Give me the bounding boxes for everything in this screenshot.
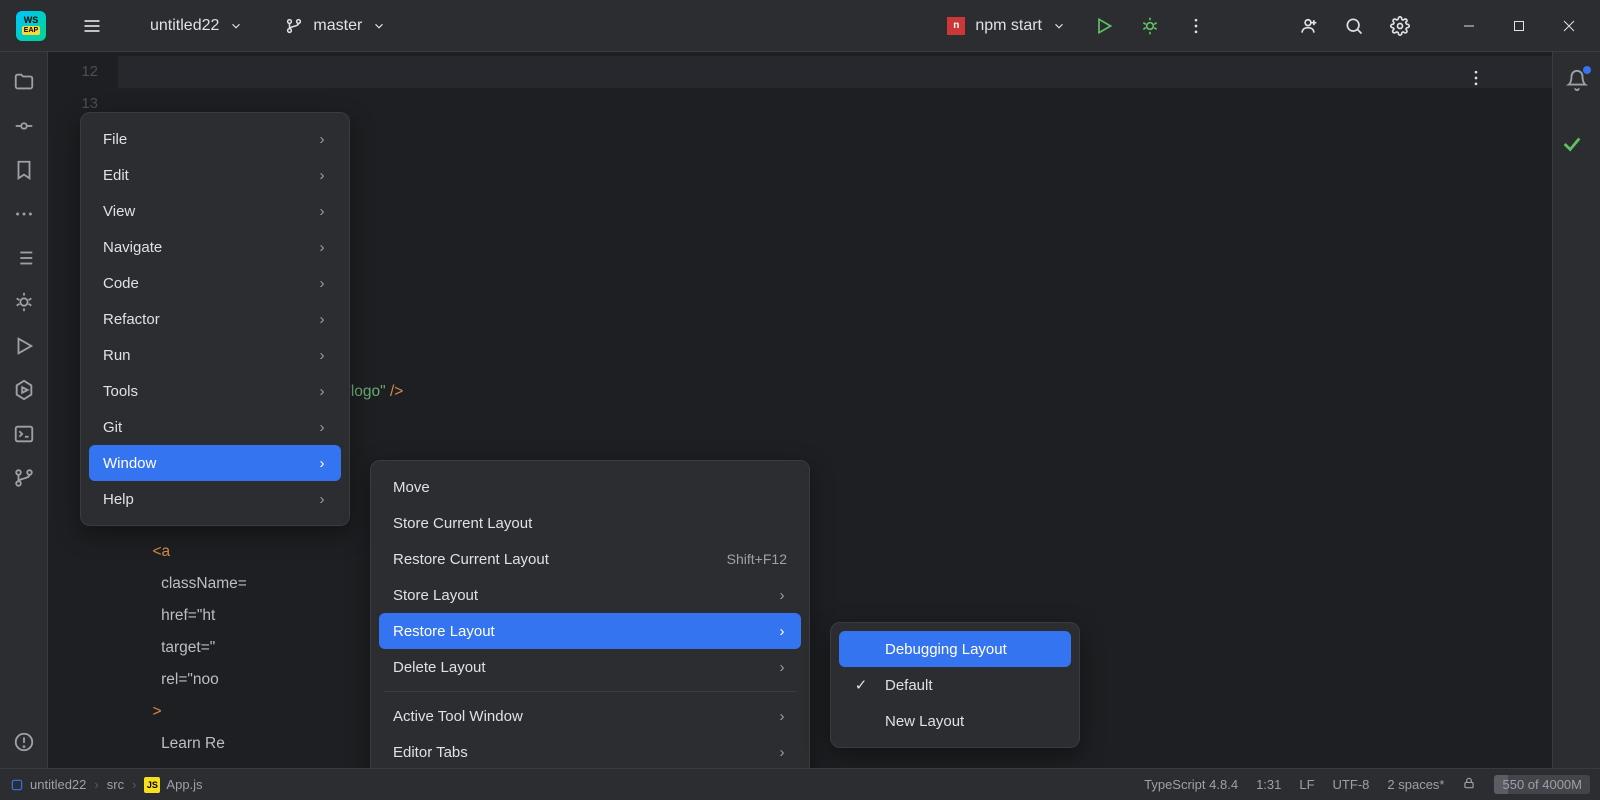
breadcrumb-file[interactable]: JS App.js: [144, 777, 202, 793]
run-button[interactable]: [1084, 6, 1124, 46]
status-indent[interactable]: 2 spaces*: [1387, 777, 1444, 792]
git-tool-button[interactable]: [6, 460, 42, 496]
main-menu-item-tools[interactable]: Tools›: [89, 373, 341, 409]
window-minimize-button[interactable]: [1446, 6, 1492, 46]
breadcrumb-folder[interactable]: src: [107, 777, 124, 792]
restore-layout-submenu-popup: Debugging Layout✓DefaultNew Layout: [830, 622, 1080, 748]
window-menu-item[interactable]: Editor Tabs›: [379, 734, 801, 768]
run-config-dropdown[interactable]: n npm start: [935, 11, 1078, 41]
titlebar: WSEAP untitled22 master n npm start: [0, 0, 1600, 52]
right-toolstrip: [1552, 52, 1600, 768]
main-menu-item-run[interactable]: Run›: [89, 337, 341, 373]
notifications-button[interactable]: [1559, 62, 1595, 98]
main-menu-item-file[interactable]: File›: [89, 121, 341, 157]
git-branch-dropdown[interactable]: master: [273, 11, 398, 41]
more-tools-button[interactable]: [6, 196, 42, 232]
app-logo: WSEAP: [16, 11, 46, 41]
main-menu-item-help[interactable]: Help›: [89, 481, 341, 517]
commit-tool-button[interactable]: [6, 108, 42, 144]
inspection-ok-icon[interactable]: [1554, 126, 1590, 162]
branch-name: master: [313, 17, 362, 35]
status-line-ending[interactable]: LF: [1299, 777, 1314, 792]
window-menu-item[interactable]: Move: [379, 469, 801, 505]
run-config-label: npm start: [975, 17, 1042, 35]
breadcrumb-project[interactable]: untitled22: [10, 777, 86, 792]
branch-icon: [285, 17, 303, 35]
settings-button[interactable]: [1380, 6, 1420, 46]
restore-menu-item[interactable]: ✓Default: [839, 667, 1071, 703]
project-name: untitled22: [150, 17, 219, 35]
main-menu-item-git[interactable]: Git›: [89, 409, 341, 445]
window-maximize-button[interactable]: [1496, 6, 1542, 46]
status-caret-pos[interactable]: 1:31: [1256, 777, 1281, 792]
debug-tool-button[interactable]: [6, 284, 42, 320]
window-menu-item[interactable]: Store Layout›: [379, 577, 801, 613]
main-menu-item-navigate[interactable]: Navigate›: [89, 229, 341, 265]
run-tool-button[interactable]: [6, 328, 42, 364]
main-area: 1213141516171819 './logo.svg';; ="App">s…: [0, 52, 1600, 768]
notification-badge: [1583, 66, 1591, 74]
left-toolstrip: [0, 52, 48, 768]
window-menu-item[interactable]: Delete Layout›: [379, 649, 801, 685]
main-menu-item-edit[interactable]: Edit›: [89, 157, 341, 193]
js-file-icon: JS: [144, 777, 160, 793]
window-close-button[interactable]: [1546, 6, 1592, 46]
status-bar: untitled22 › src › JS App.js TypeScript …: [0, 768, 1600, 800]
problems-tool-button[interactable]: [6, 724, 42, 760]
bookmarks-tool-button[interactable]: [6, 152, 42, 188]
editor-more-button[interactable]: [1456, 58, 1496, 98]
main-menu-item-refactor[interactable]: Refactor›: [89, 301, 341, 337]
restore-menu-item[interactable]: Debugging Layout: [839, 631, 1071, 667]
main-menu-item-window[interactable]: Window›: [89, 445, 341, 481]
terminal-tool-button[interactable]: [6, 416, 42, 452]
window-menu-item[interactable]: Store Current Layout: [379, 505, 801, 541]
main-menu-item-code[interactable]: Code›: [89, 265, 341, 301]
main-menu-item-view[interactable]: View›: [89, 193, 341, 229]
debug-button[interactable]: [1130, 6, 1170, 46]
window-menu-item[interactable]: Active Tool Window›: [379, 698, 801, 734]
chevron-down-icon: [372, 19, 386, 33]
services-tool-button[interactable]: [6, 372, 42, 408]
status-encoding[interactable]: UTF-8: [1333, 777, 1370, 792]
hamburger-menu-button[interactable]: [72, 6, 112, 46]
structure-tool-button[interactable]: [6, 240, 42, 276]
window-menu-item[interactable]: Restore Current LayoutShift+F12: [379, 541, 801, 577]
search-button[interactable]: [1334, 6, 1374, 46]
main-menu-popup: File›Edit›View›Navigate›Code›Refactor›Ru…: [80, 112, 350, 526]
status-memory[interactable]: 550 of 4000M: [1494, 775, 1590, 794]
chevron-down-icon: [229, 19, 243, 33]
restore-menu-item[interactable]: New Layout: [839, 703, 1071, 739]
status-typescript[interactable]: TypeScript 4.8.4: [1144, 777, 1238, 792]
window-menu-item[interactable]: Restore Layout›: [379, 613, 801, 649]
more-actions-button[interactable]: [1176, 6, 1216, 46]
npm-icon: n: [947, 17, 965, 35]
status-readonly-icon[interactable]: [1462, 776, 1476, 793]
project-dropdown[interactable]: untitled22: [138, 11, 255, 41]
project-tool-button[interactable]: [6, 64, 42, 100]
code-with-me-button[interactable]: [1288, 6, 1328, 46]
chevron-down-icon: [1052, 19, 1066, 33]
window-submenu-popup: MoveStore Current LayoutRestore Current …: [370, 460, 810, 768]
